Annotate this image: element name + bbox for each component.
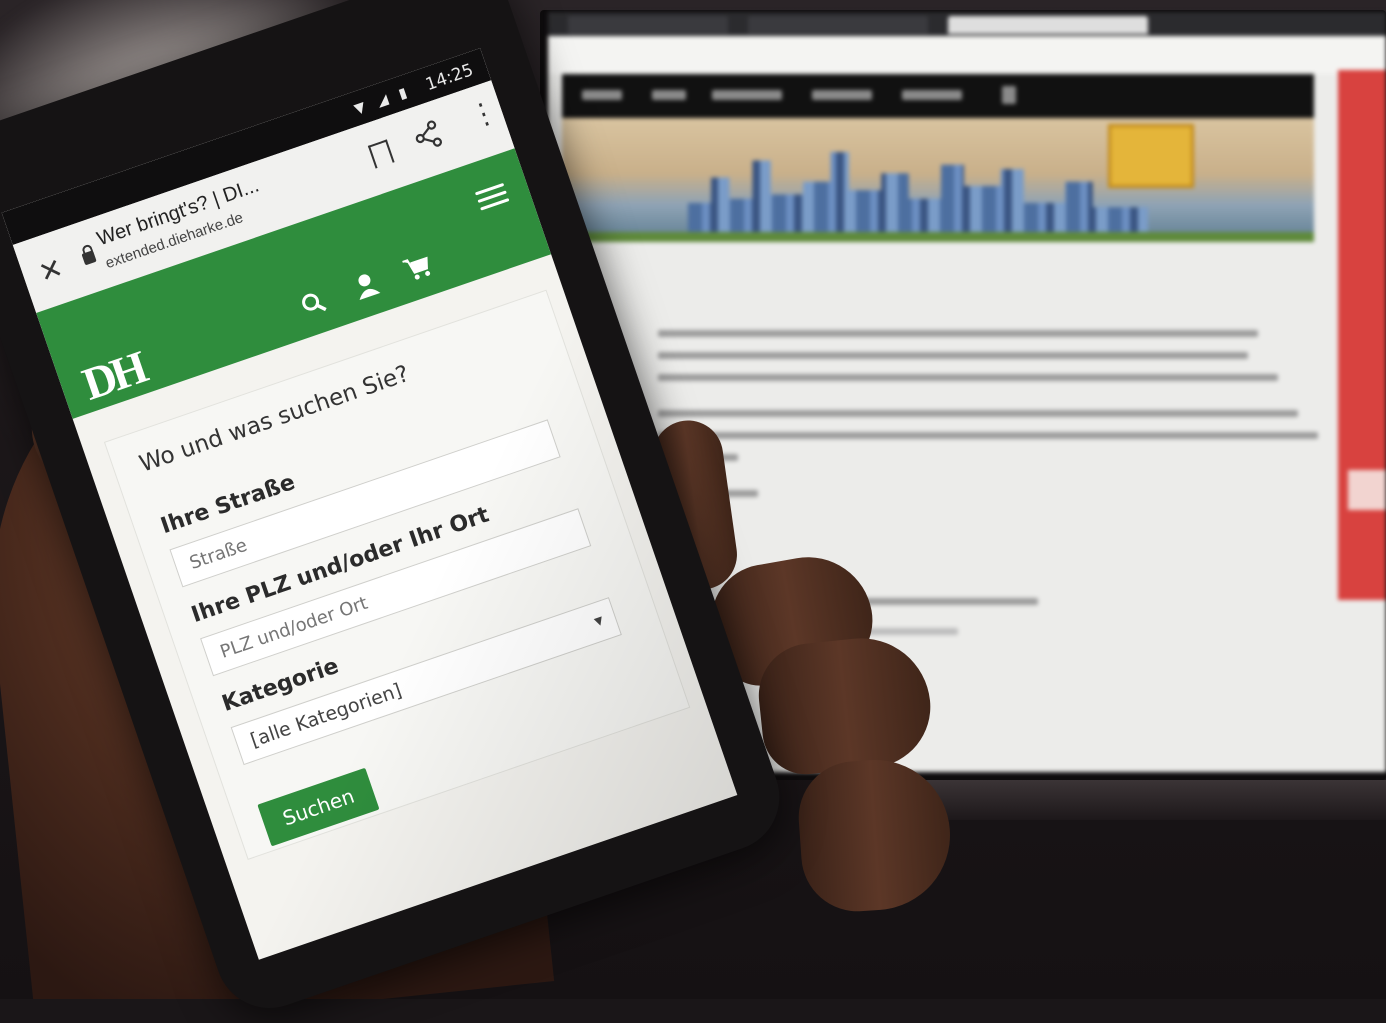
battery-icon: ▮ — [396, 84, 410, 103]
desktop-site-nav — [562, 74, 1314, 118]
desktop-nav-lock — [1002, 86, 1016, 104]
search-icon[interactable] — [295, 286, 333, 324]
more-vert-icon[interactable]: · · · — [472, 90, 496, 140]
desktop-banner-grass — [562, 232, 1314, 242]
wifi-icon: ▼ — [352, 99, 368, 118]
signal-icon: ◢ — [374, 91, 391, 111]
site-logo[interactable]: DH — [76, 341, 151, 411]
desktop-nav-item — [712, 90, 782, 100]
bookmark-icon[interactable] — [367, 139, 395, 169]
desktop-text-line — [658, 410, 1298, 417]
desktop-text-line — [658, 432, 1318, 439]
desktop-tab — [568, 16, 728, 34]
search-button[interactable]: Suchen — [257, 767, 380, 847]
desktop-browser-tabs — [548, 12, 1386, 36]
desktop-tab — [748, 16, 928, 34]
lock-icon — [81, 250, 97, 266]
desktop-red-sidebar — [1338, 70, 1386, 600]
desktop-tab-active — [948, 16, 1148, 34]
desktop-text-line — [658, 330, 1258, 337]
user-icon[interactable] — [348, 268, 386, 306]
cart-icon[interactable] — [399, 250, 437, 288]
desktop-nav-item — [582, 90, 622, 100]
desktop-text-line — [658, 352, 1248, 359]
desktop-nav-item — [812, 90, 872, 100]
chevron-down-icon: ▼ — [592, 613, 606, 629]
desktop-text-line — [658, 374, 1278, 381]
close-icon[interactable]: ✕ — [34, 251, 67, 290]
desktop-red-sidebar-box — [1348, 470, 1386, 510]
desktop-banner-sign — [1108, 124, 1194, 188]
desktop-nav-item — [652, 90, 686, 100]
share-icon[interactable] — [410, 118, 446, 154]
menu-icon[interactable] — [473, 178, 511, 215]
desktop-nav-item — [902, 90, 962, 100]
desktop-address-bar — [548, 36, 1386, 74]
